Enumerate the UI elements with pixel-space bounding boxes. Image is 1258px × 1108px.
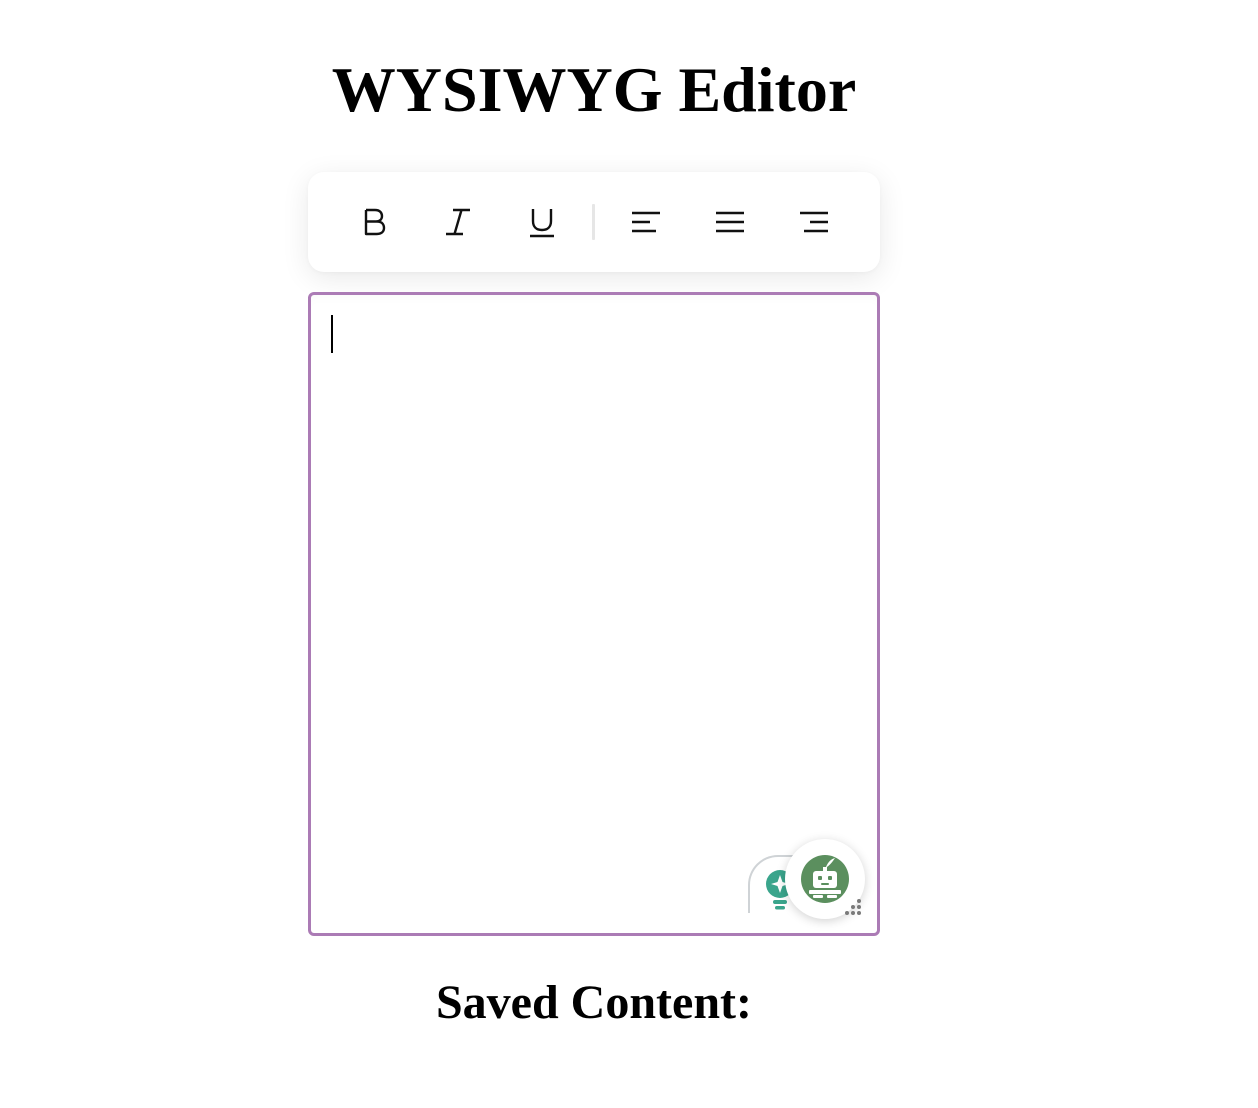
resize-grip-icon[interactable] <box>841 897 863 919</box>
underline-button[interactable] <box>518 198 566 246</box>
align-left-icon <box>632 211 660 233</box>
formatting-toolbar <box>308 172 880 272</box>
bold-button[interactable] <box>350 198 398 246</box>
align-right-button[interactable] <box>790 198 838 246</box>
align-left-button[interactable] <box>622 198 670 246</box>
italic-button[interactable] <box>434 198 482 246</box>
text-caret <box>331 315 333 353</box>
saved-content-output <box>308 1040 880 1080</box>
align-center-button[interactable] <box>706 198 754 246</box>
align-right-icon <box>800 211 828 233</box>
toolbar-divider <box>592 204 595 240</box>
italic-icon <box>446 208 470 236</box>
underline-icon <box>530 209 554 238</box>
align-justify-icon <box>716 211 744 233</box>
page-title: WYSIWYG Editor <box>331 54 857 125</box>
editor-area[interactable] <box>308 292 880 936</box>
bold-icon <box>364 208 386 236</box>
saved-content-heading: Saved Content: <box>435 976 752 1029</box>
